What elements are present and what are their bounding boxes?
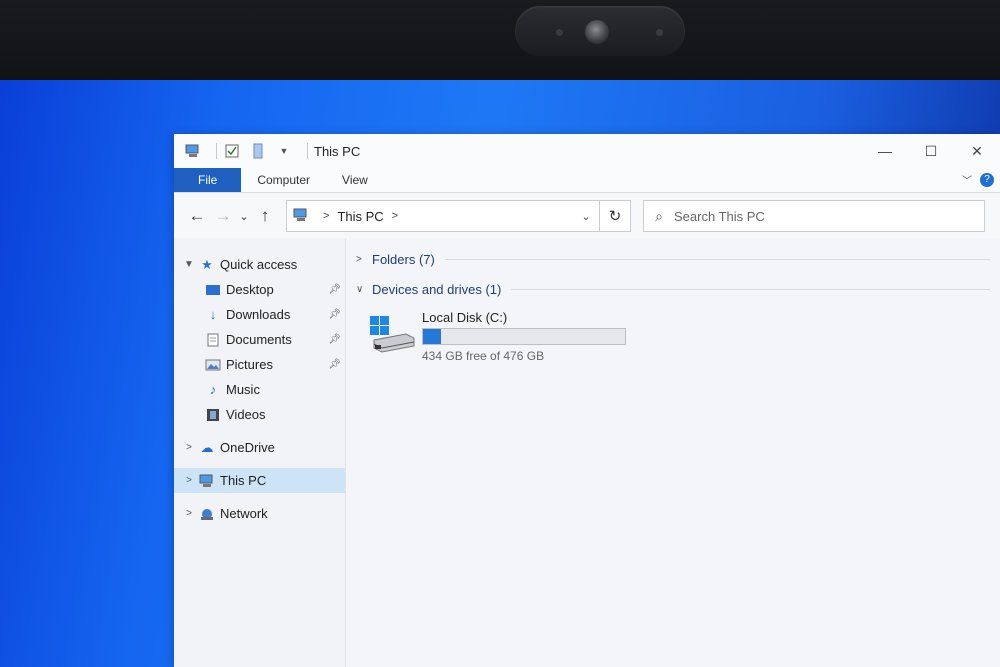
- new-folder-icon[interactable]: [249, 143, 267, 159]
- group-divider: [444, 258, 990, 260]
- search-placeholder: Search This PC: [674, 208, 765, 224]
- window-title: This PC: [314, 143, 361, 159]
- chevron-right-icon[interactable]: >: [323, 210, 329, 222]
- sidebar-item-label: Videos: [226, 407, 266, 422]
- chevron-right-icon[interactable]: >: [392, 210, 398, 222]
- navigation-bar: ← → ⌄ ↑ > This PC > ⌄ ↻ ⌕ Search This PC: [174, 193, 1000, 239]
- toolbar-separator: [307, 143, 308, 159]
- sidebar-item-quick-access[interactable]: ▼ ★ Quick access: [174, 252, 345, 277]
- navigation-pane: ▼ ★ Quick access Desktop 📌︎ ↓ Downloads …: [174, 238, 346, 667]
- pin-icon[interactable]: 📌︎: [328, 359, 341, 370]
- cloud-icon: ☁: [200, 439, 214, 455]
- sidebar-item-documents[interactable]: Documents 📌︎: [174, 327, 345, 352]
- group-header-folders[interactable]: > Folders (7): [356, 244, 1000, 274]
- toolbar-separator: [216, 143, 217, 159]
- close-button[interactable]: ✕: [954, 134, 1000, 168]
- breadcrumb-this-pc[interactable]: This PC: [337, 209, 383, 224]
- expand-chevron-icon[interactable]: >: [356, 254, 370, 265]
- group-divider: [511, 288, 990, 290]
- address-bar[interactable]: > This PC > ⌄: [286, 200, 600, 232]
- group-header-devices[interactable]: ∨ Devices and drives (1): [356, 274, 1000, 304]
- expand-chevron-icon[interactable]: >: [180, 442, 198, 453]
- tab-file[interactable]: File: [174, 168, 242, 192]
- computer-icon: [198, 473, 216, 489]
- pin-icon[interactable]: 📌︎: [328, 334, 341, 345]
- disk-usage-fill: [423, 329, 441, 344]
- tab-computer[interactable]: Computer: [241, 168, 326, 192]
- address-dropdown-icon[interactable]: ⌄: [573, 210, 599, 223]
- ribbon-tabs: File Computer View ﹀ ?: [174, 168, 1000, 193]
- sidebar-item-network[interactable]: > Network: [174, 501, 345, 526]
- file-explorer-window: ▼ This PC — ☐ ✕ File Computer View ﹀ ? ←…: [174, 134, 1000, 667]
- sidebar-item-label: OneDrive: [220, 440, 275, 455]
- webcam-indicator: [656, 29, 663, 36]
- picture-icon: [204, 357, 222, 373]
- drive-name: Local Disk (C:): [422, 310, 508, 325]
- sidebar-item-videos[interactable]: Videos: [174, 402, 345, 427]
- sidebar-item-this-pc[interactable]: > This PC: [174, 468, 345, 493]
- laptop-bezel: [0, 0, 1000, 92]
- group-label: Folders (7): [372, 251, 435, 267]
- title-bar[interactable]: ▼ This PC — ☐ ✕: [174, 134, 1000, 168]
- collapse-chevron-icon[interactable]: ∨: [356, 284, 370, 295]
- up-button[interactable]: ↑: [252, 203, 278, 229]
- desktop-icon: [204, 282, 222, 298]
- search-icon: ⌕: [655, 207, 663, 224]
- download-arrow-icon: ↓: [209, 307, 217, 322]
- sidebar-item-downloads[interactable]: ↓ Downloads 📌︎: [174, 302, 345, 327]
- customize-toolbar-dropdown-icon[interactable]: ▼: [275, 143, 293, 159]
- webcam-indicator: [556, 29, 563, 36]
- sidebar-item-desktop[interactable]: Desktop 📌︎: [174, 277, 345, 302]
- network-icon: [198, 506, 216, 522]
- expand-chevron-icon[interactable]: ▼: [180, 259, 198, 270]
- film-icon: [204, 407, 222, 423]
- sidebar-item-onedrive[interactable]: > ☁ OneDrive: [174, 435, 345, 460]
- sidebar-item-label: This PC: [220, 473, 267, 488]
- webcam-lens: [585, 20, 609, 44]
- music-note-icon: ♪: [209, 382, 217, 397]
- document-icon: [204, 332, 222, 348]
- help-icon[interactable]: ?: [980, 172, 994, 187]
- drive-item-local-disk[interactable]: Local Disk (C:) 434 GB free of 476 GB: [366, 310, 1000, 363]
- disk-usage-bar: [422, 328, 626, 345]
- expand-ribbon-icon[interactable]: ﹀: [962, 172, 972, 187]
- forward-button[interactable]: →: [210, 203, 236, 229]
- hard-drive-icon: [366, 310, 422, 356]
- sidebar-item-label: Network: [220, 506, 268, 521]
- star-icon: ★: [201, 256, 213, 272]
- sidebar-item-label: Desktop: [226, 282, 274, 297]
- sidebar-item-label: Pictures: [226, 357, 273, 372]
- maximize-button[interactable]: ☐: [908, 134, 954, 168]
- pin-icon[interactable]: 📌︎: [328, 309, 341, 320]
- sidebar-item-pictures[interactable]: Pictures 📌︎: [174, 352, 345, 377]
- pin-icon[interactable]: 📌︎: [328, 284, 341, 295]
- expand-chevron-icon[interactable]: >: [180, 508, 198, 519]
- search-input[interactable]: ⌕ Search This PC: [643, 200, 985, 232]
- sidebar-item-music[interactable]: ♪ Music: [174, 377, 345, 402]
- content-pane: > Folders (7) ∨ Devices and drives (1) L…: [346, 238, 1000, 667]
- tab-view[interactable]: View: [326, 168, 384, 192]
- minimize-button[interactable]: —: [862, 134, 908, 168]
- sidebar-item-label: Music: [226, 382, 260, 397]
- drive-free-space: 434 GB free of 476 GB: [422, 349, 545, 363]
- recent-locations-dropdown[interactable]: ⌄: [236, 203, 252, 229]
- properties-checkbox-icon[interactable]: [223, 143, 241, 159]
- back-button[interactable]: ←: [184, 203, 210, 229]
- expand-chevron-icon[interactable]: >: [180, 475, 198, 486]
- group-label: Devices and drives (1): [372, 281, 502, 297]
- computer-icon[interactable]: [184, 143, 202, 159]
- refresh-button[interactable]: ↻: [600, 200, 631, 232]
- sidebar-item-label: Documents: [226, 332, 292, 347]
- computer-icon: [293, 208, 309, 225]
- sidebar-item-label: Downloads: [226, 307, 291, 322]
- sidebar-item-label: Quick access: [220, 257, 298, 272]
